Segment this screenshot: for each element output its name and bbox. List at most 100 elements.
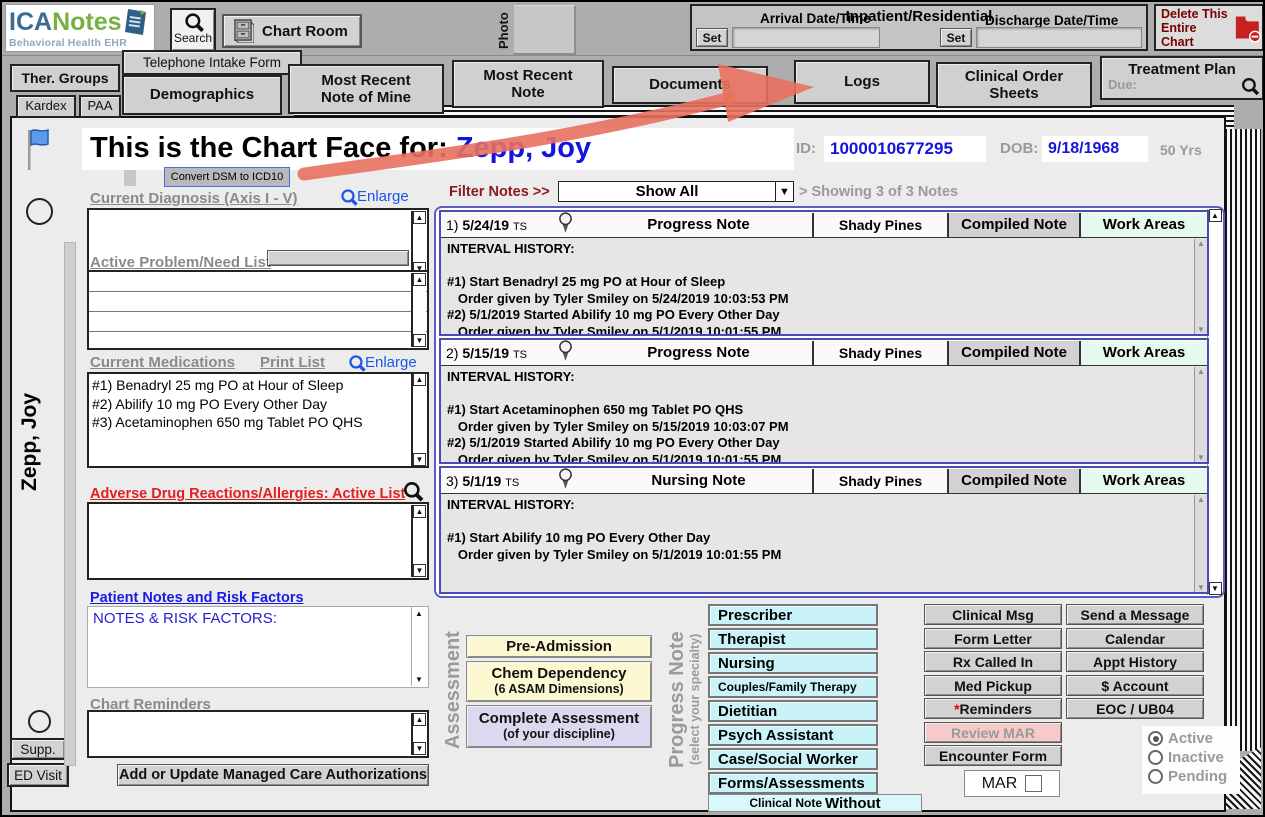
scroll-up-arrow[interactable]: ▲ [413, 211, 426, 224]
scroll-up-arrow[interactable]: ▲ [413, 607, 426, 620]
tab-telephone-intake-form[interactable]: Telephone Intake Form [122, 50, 302, 75]
scroll-down-arrow[interactable]: ▼ [413, 564, 426, 577]
review-mar-button[interactable]: Review MAR [924, 722, 1062, 743]
rx-called-in-button[interactable]: Rx Called In [924, 651, 1062, 672]
compiled-note-button[interactable]: Compiled Note [947, 341, 1079, 365]
tab-demographics[interactable]: Demographics [122, 75, 282, 115]
specialty-nursing-button[interactable]: Nursing [708, 652, 878, 674]
managed-care-button[interactable]: Add or Update Managed Care Authorization… [117, 764, 429, 786]
scroll-down-arrow[interactable]: ▼ [413, 673, 426, 686]
specialty-therapist-button[interactable]: Therapist [708, 628, 878, 650]
calendar-button[interactable]: Calendar [1066, 628, 1204, 649]
note-row[interactable]: 2) 5/15/19 TS Progress Note Shady Pines … [439, 338, 1209, 464]
tab-paa[interactable]: PAA [79, 95, 121, 118]
chart-circle-marker-bottom[interactable] [28, 710, 51, 733]
work-areas-button[interactable]: Work Areas [1079, 213, 1207, 237]
ed-visit-button[interactable]: ED Visit [7, 763, 69, 787]
status-option-inactive[interactable]: Inactive [1148, 749, 1240, 766]
compiled-note-button[interactable]: Compiled Note [947, 469, 1079, 493]
arrival-datetime-input[interactable] [732, 27, 880, 48]
tab-clinical-order-sheets[interactable]: Clinical Order Sheets [936, 62, 1092, 108]
active-problem-list-box[interactable]: ▲▼ [87, 270, 429, 350]
send-a-message-button[interactable]: Send a Message [1066, 604, 1204, 625]
encounter-form-button[interactable]: Encounter Form [924, 745, 1062, 766]
scroll-down-arrow[interactable]: ▼ [413, 453, 426, 466]
mar-checkbox[interactable] [1025, 775, 1042, 792]
eoc-ub04-button[interactable]: EOC / UB04 [1066, 698, 1204, 719]
discharge-datetime-input[interactable] [976, 27, 1142, 48]
specialty-forms-assessments-button[interactable]: Forms/Assessments [708, 772, 878, 794]
chart-reminders-box[interactable]: ▲▼ [87, 710, 429, 758]
appt-history-button[interactable]: Appt History [1066, 651, 1204, 672]
problem-list-button[interactable] [267, 250, 409, 266]
notes-scroll-up-arrow[interactable]: ▲ [1209, 209, 1222, 222]
scroll-up-arrow[interactable]: ▲ [413, 713, 426, 726]
patient-id-field[interactable]: 1000010677295 [824, 136, 986, 162]
medications-enlarge-link[interactable]: Enlarge [350, 354, 417, 371]
status-option-pending[interactable]: Pending [1148, 768, 1240, 785]
note-body[interactable]: INTERVAL HISTORY: #1) Start Abilify 10 m… [441, 494, 1207, 592]
filter-notes-dropdown[interactable]: Show All ▼ [558, 181, 794, 202]
scroll-down-arrow[interactable]: ▼ [413, 742, 426, 755]
patient-dob-field[interactable]: 9/18/1968 [1042, 136, 1148, 162]
print-list-link[interactable]: Print List [260, 354, 325, 371]
note-body[interactable]: INTERVAL HISTORY: #1) Start Benadryl 25 … [441, 238, 1207, 334]
ther-groups-button[interactable]: Ther. Groups [10, 64, 120, 92]
adverse-drug-reactions-label[interactable]: Adverse Drug Reactions/Allergies: Active… [90, 486, 405, 502]
clinical-note-without-button[interactable]: Clinical Note Without [708, 794, 922, 812]
discharge-set-button[interactable]: Set [940, 28, 972, 47]
note-scrollbar[interactable]: ▲▼ [1194, 495, 1207, 592]
scroll-down-arrow[interactable]: ▼ [413, 334, 426, 347]
notes-scroll-down-arrow[interactable]: ▼ [1209, 582, 1222, 595]
adverse-drug-reactions-box[interactable]: ▲▼ [87, 502, 429, 580]
patient-notes-risk-label[interactable]: Patient Notes and Risk Factors [90, 590, 304, 606]
note-scrollbar[interactable]: ▲▼ [1194, 239, 1207, 334]
adr-search-icon[interactable] [404, 482, 421, 499]
scroll-up-arrow[interactable]: ▲ [413, 373, 426, 386]
reminders-button[interactable]: *Reminders [924, 698, 1062, 719]
status-option-active[interactable]: Active [1148, 730, 1240, 747]
diagnosis-enlarge-link[interactable]: Enlarge [342, 188, 409, 205]
chem-dependency-button[interactable]: Chem Dependency (6 ASAM Dimensions) [466, 661, 652, 702]
clinical-msg-button[interactable]: Clinical Msg [924, 604, 1062, 625]
note-body[interactable]: INTERVAL HISTORY: #1) Start Acetaminophe… [441, 366, 1207, 462]
tab-most-recent-note-of-mine[interactable]: Most Recent Note of Mine [288, 64, 444, 114]
current-medications-box[interactable]: #1) Benadryl 25 mg PO at Hour of Sleep #… [87, 372, 429, 468]
tab-documents[interactable]: Documents [612, 66, 768, 104]
tab-treatment-plan[interactable]: Treatment Plan Due: [1100, 56, 1264, 100]
med-pickup-button[interactable]: Med Pickup [924, 675, 1062, 696]
sidebar-patient-name: Zepp, Joy [18, 342, 42, 542]
work-areas-button[interactable]: Work Areas [1079, 469, 1207, 493]
note-row[interactable]: 1) 5/24/19 TS Progress Note Shady Pines … [439, 210, 1209, 336]
chart-circle-marker-top[interactable] [26, 198, 53, 225]
chart-room-button[interactable]: Chart Room [222, 14, 362, 48]
account-button[interactable]: $ Account [1066, 675, 1204, 696]
scroll-up-arrow[interactable]: ▲ [413, 273, 426, 286]
chart-flag-icon[interactable] [26, 128, 52, 172]
specialty-couples-family-button[interactable]: Couples/Family Therapy [708, 676, 878, 698]
arrival-set-button[interactable]: Set [696, 28, 728, 47]
search-button[interactable]: Search [170, 8, 216, 52]
pre-admission-button[interactable]: Pre-Admission [466, 635, 652, 658]
tab-kardex[interactable]: Kardex [16, 95, 76, 118]
convert-dsm-button[interactable]: Convert DSM to ICD10 [164, 167, 290, 187]
note-row[interactable]: 3) 5/1/19 TS Nursing Note Shady Pines Co… [439, 466, 1209, 594]
specialty-psych-assistant-button[interactable]: Psych Assistant [708, 724, 878, 746]
delete-chart-button[interactable]: Delete This Entire Chart [1154, 4, 1264, 51]
tab-logs[interactable]: Logs [794, 60, 930, 104]
form-letter-button[interactable]: Form Letter [924, 628, 1062, 649]
note-scrollbar[interactable]: ▲▼ [1194, 367, 1207, 462]
patient-photo-placeholder[interactable] [514, 5, 576, 55]
work-areas-button[interactable]: Work Areas [1079, 341, 1207, 365]
patient-notes-risk-box[interactable]: NOTES & RISK FACTORS: [87, 606, 429, 688]
scroll-up-arrow[interactable]: ▲ [413, 505, 426, 518]
specialty-case-social-worker-button[interactable]: Case/Social Worker [708, 748, 878, 770]
specialty-dietitian-button[interactable]: Dietitian [708, 700, 878, 722]
tab-most-recent-note[interactable]: Most Recent Note [452, 60, 604, 108]
supp-button[interactable]: Supp. [10, 738, 66, 760]
compiled-note-button[interactable]: Compiled Note [947, 213, 1079, 237]
treatment-plan-search-icon[interactable] [1242, 78, 1257, 93]
left-column-scroll-track[interactable] [64, 242, 76, 766]
specialty-prescriber-button[interactable]: Prescriber [708, 604, 878, 626]
complete-assessment-button[interactable]: Complete Assessment (of your discipline) [466, 705, 652, 748]
